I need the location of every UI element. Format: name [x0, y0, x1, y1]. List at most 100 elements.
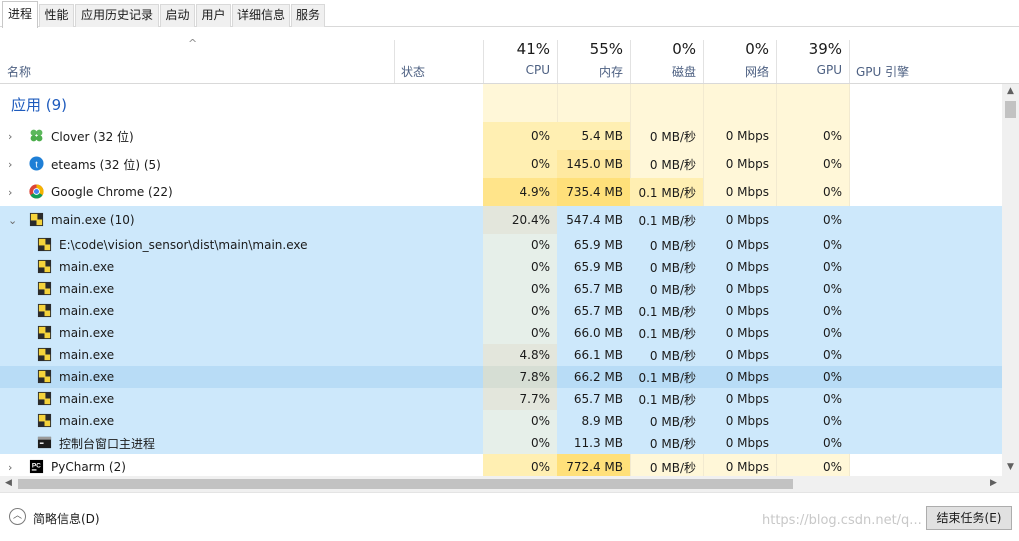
collapse-up-icon[interactable]: ︿: [9, 508, 26, 525]
process-row-expanded[interactable]: ⌄ main.exe (10) 20.4% 547.4 MB 0.1 MB/秒 …: [0, 206, 1002, 234]
gpu-value: 0%: [822, 348, 842, 362]
scroll-up-arrow-icon[interactable]: ▲: [1002, 86, 1019, 96]
cpu-value: 0%: [483, 432, 557, 454]
process-row[interactable]: › Clover (32 位) 0% 5.4 MB 0 MB/秒 0 Mbps …: [0, 122, 1002, 150]
disk-value: 0 MB/秒: [649, 460, 696, 475]
process-name: main.exe: [59, 348, 115, 362]
column-gpu-engine[interactable]: GPU 引擎: [856, 63, 909, 79]
fewer-details-link[interactable]: 简略信息(D): [33, 510, 100, 527]
gpu-value: 0%: [822, 392, 842, 406]
network-value: 0 Mbps: [725, 436, 769, 450]
watermark: https://blog.csdn.net/q...: [762, 513, 922, 528]
gpu-value: 0%: [822, 157, 842, 171]
child-process-row[interactable]: main.exe 0% 65.7 MB 0.1 MB/秒 0 Mbps 0%: [0, 300, 1002, 322]
process-name: main.exe: [59, 304, 115, 318]
tab-details[interactable]: 详细信息: [232, 4, 290, 27]
child-process-row[interactable]: main.exe 0% 65.9 MB 0 MB/秒 0 Mbps 0%: [0, 256, 1002, 278]
scroll-left-arrow-icon[interactable]: ◀: [0, 478, 17, 488]
console-icon: [37, 436, 52, 449]
child-process-row-hovered[interactable]: main.exe 7.8% 66.2 MB 0.1 MB/秒 0 Mbps 0%: [0, 366, 1002, 388]
column-name[interactable]: 名称: [7, 63, 31, 79]
cpu-value: 0%: [483, 122, 557, 150]
expand-chevron-icon[interactable]: ›: [8, 454, 12, 476]
disk-value: 0.1 MB/秒: [638, 304, 696, 319]
eteams-icon: t: [29, 156, 44, 171]
process-name: Clover (32 位): [51, 129, 134, 144]
tab-startup[interactable]: 启动: [160, 4, 195, 27]
python-exe-icon: [37, 303, 52, 318]
tab-app-history[interactable]: 应用历史记录: [75, 4, 159, 27]
child-process-row[interactable]: main.exe 4.8% 66.1 MB 0 MB/秒 0 Mbps 0%: [0, 344, 1002, 366]
process-name: main.exe: [59, 260, 115, 274]
gpu-value: 0%: [822, 282, 842, 296]
child-process-row[interactable]: main.exe 0% 65.7 MB 0 MB/秒 0 Mbps 0%: [0, 278, 1002, 300]
gpu-value: 0%: [822, 370, 842, 384]
process-name: main.exe (10): [51, 213, 135, 227]
scroll-right-arrow-icon[interactable]: ▶: [985, 478, 1002, 488]
horizontal-scrollbar[interactable]: ◀ ▶: [0, 476, 1002, 492]
tab-users[interactable]: 用户: [196, 4, 231, 27]
child-process-row[interactable]: E:\code\vision_sensor\dist\main\main.exe…: [0, 234, 1002, 256]
clover-icon: [30, 129, 43, 142]
scroll-down-arrow-icon[interactable]: ▼: [1002, 462, 1019, 472]
memory-value: 65.7 MB: [573, 282, 623, 296]
network-value: 0 Mbps: [725, 392, 769, 406]
python-exe-icon: [37, 237, 52, 252]
process-row[interactable]: › Google Chrome (22) 4.9% 735.4 MB 0.1 M…: [0, 178, 1002, 206]
process-row[interactable]: › t eteams (32 位) (5) 0% 145.0 MB 0 MB/秒…: [0, 150, 1002, 178]
process-row[interactable]: › PC PyCharm (2) 0% 772.4 MB 0 MB/秒 0 Mb…: [0, 454, 1002, 476]
group-header-apps[interactable]: 应用 (9): [11, 94, 67, 115]
gpu-value: 0%: [822, 414, 842, 428]
network-value: 0 Mbps: [725, 282, 769, 296]
vertical-scroll-thumb[interactable]: [1005, 101, 1016, 118]
cpu-value: 0%: [483, 278, 557, 300]
column-disk[interactable]: 磁盘: [630, 63, 696, 79]
svg-text:PC: PC: [32, 462, 41, 469]
expand-chevron-icon[interactable]: ›: [8, 150, 12, 178]
child-process-row[interactable]: main.exe 0% 66.0 MB 0.1 MB/秒 0 Mbps 0%: [0, 322, 1002, 344]
column-gpu[interactable]: GPU: [776, 63, 842, 79]
network-value: 0 Mbps: [725, 460, 769, 474]
memory-value: 65.7 MB: [573, 304, 623, 318]
child-process-row[interactable]: main.exe 7.7% 65.7 MB 0.1 MB/秒 0 Mbps 0%: [0, 388, 1002, 410]
column-memory[interactable]: 内存: [557, 63, 623, 79]
column-status[interactable]: 状态: [401, 63, 425, 79]
memory-value: 8.9 MB: [581, 414, 623, 428]
cpu-value: 7.8%: [483, 366, 557, 388]
memory-value: 65.9 MB: [573, 260, 623, 274]
end-task-button[interactable]: 结束任务(E): [926, 506, 1012, 530]
network-value: 0 Mbps: [725, 213, 769, 227]
python-exe-icon: [37, 391, 52, 406]
memory-value: 65.7 MB: [573, 392, 623, 406]
python-exe-icon: [29, 212, 44, 227]
pycharm-icon: PC: [29, 459, 44, 474]
process-name: main.exe: [59, 414, 115, 428]
gpu-value: 0%: [822, 129, 842, 143]
memory-value: 11.3 MB: [573, 436, 623, 450]
gpu-value: 0%: [822, 326, 842, 340]
expand-chevron-icon[interactable]: ›: [8, 178, 12, 206]
network-value: 0 Mbps: [725, 129, 769, 143]
process-name: PyCharm (2): [51, 460, 126, 474]
column-network[interactable]: 网络: [703, 63, 769, 79]
child-process-row[interactable]: main.exe 0% 8.9 MB 0 MB/秒 0 Mbps 0%: [0, 410, 1002, 432]
horizontal-scroll-thumb[interactable]: [18, 479, 793, 489]
tab-processes[interactable]: 进程: [2, 1, 38, 28]
tab-services[interactable]: 服务: [291, 4, 325, 27]
disk-value: 0 MB/秒: [649, 436, 696, 451]
gpu-value: 0%: [822, 185, 842, 199]
network-value: 0 Mbps: [725, 185, 769, 199]
vertical-scrollbar[interactable]: ▲ ▼: [1002, 84, 1019, 476]
child-process-row[interactable]: 控制台窗口主进程 0% 11.3 MB 0 MB/秒 0 Mbps 0%: [0, 432, 1002, 454]
process-name: eteams (32 位) (5): [51, 157, 161, 172]
expand-chevron-icon[interactable]: ›: [8, 122, 12, 150]
collapse-chevron-icon[interactable]: ⌄: [8, 206, 17, 234]
tab-performance[interactable]: 性能: [39, 4, 74, 27]
process-name: main.exe: [59, 392, 115, 406]
process-list[interactable]: 应用 (9) › Clover (32 位) 0% 5.4 MB 0 MB/秒 …: [0, 84, 1002, 476]
column-cpu[interactable]: CPU: [483, 63, 550, 79]
cpu-value: 0%: [483, 234, 557, 256]
network-value: 0 Mbps: [725, 304, 769, 318]
cpu-value: 4.8%: [483, 344, 557, 366]
column-divider: [849, 40, 850, 84]
